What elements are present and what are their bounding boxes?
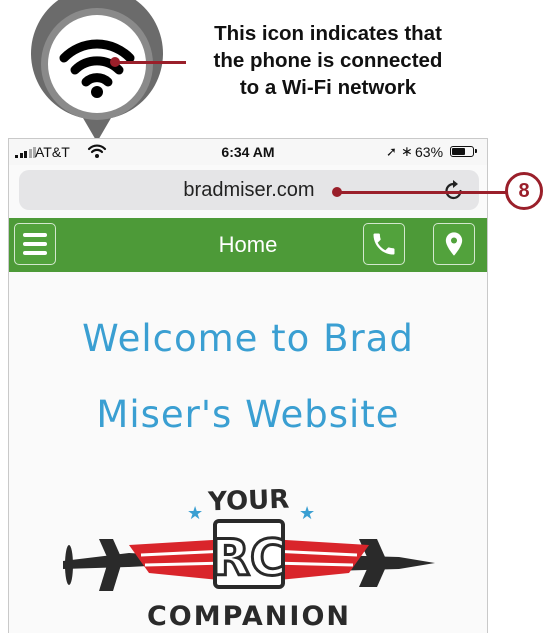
svg-text:★: ★: [299, 503, 315, 524]
welcome-heading-line-2: Miser's Website: [96, 393, 400, 436]
logo-bottom-text: COMPANION: [147, 601, 351, 632]
logo-center-text: RC: [211, 529, 286, 587]
reload-icon[interactable]: [443, 178, 465, 202]
nav-title: Home: [218, 232, 278, 257]
callout-line: [114, 61, 186, 64]
site-nav-bar: Home: [9, 218, 487, 272]
svg-text:★: ★: [187, 503, 203, 524]
battery-percent: 63%: [415, 144, 444, 160]
status-bar: AT&T 6:34 AM ➚ ∗ 63%: [9, 139, 487, 165]
logo-top-text: YOUR: [207, 485, 290, 518]
rc-companion-logo: ★ ★ YOUR RC COMPANION: [63, 485, 435, 632]
wifi-callout-pin: [31, 0, 163, 142]
call-button[interactable]: [363, 223, 405, 265]
map-pin-icon: [445, 232, 463, 256]
wifi-callout-text: This icon indicates that the phone is co…: [178, 20, 478, 101]
bluetooth-icon: ∗: [401, 143, 413, 159]
phone-icon: [373, 233, 395, 255]
step-number-badge: 8: [505, 172, 543, 210]
phone-screen: AT&T 6:34 AM ➚ ∗ 63% bradmiser.com Home: [8, 138, 488, 633]
callout-line: [336, 191, 511, 194]
welcome-heading-line-1: Welcome to Brad: [82, 317, 414, 360]
callout-line-1: This icon indicates that: [214, 22, 442, 45]
address-bar[interactable]: bradmiser.com: [19, 170, 479, 210]
callout-line-2: the phone is connected: [213, 49, 443, 72]
location-arrow-icon: ➚: [386, 144, 397, 159]
map-location-button[interactable]: [433, 223, 475, 265]
callout-line-3: to a Wi-Fi network: [239, 76, 417, 99]
battery-icon: [450, 146, 477, 157]
